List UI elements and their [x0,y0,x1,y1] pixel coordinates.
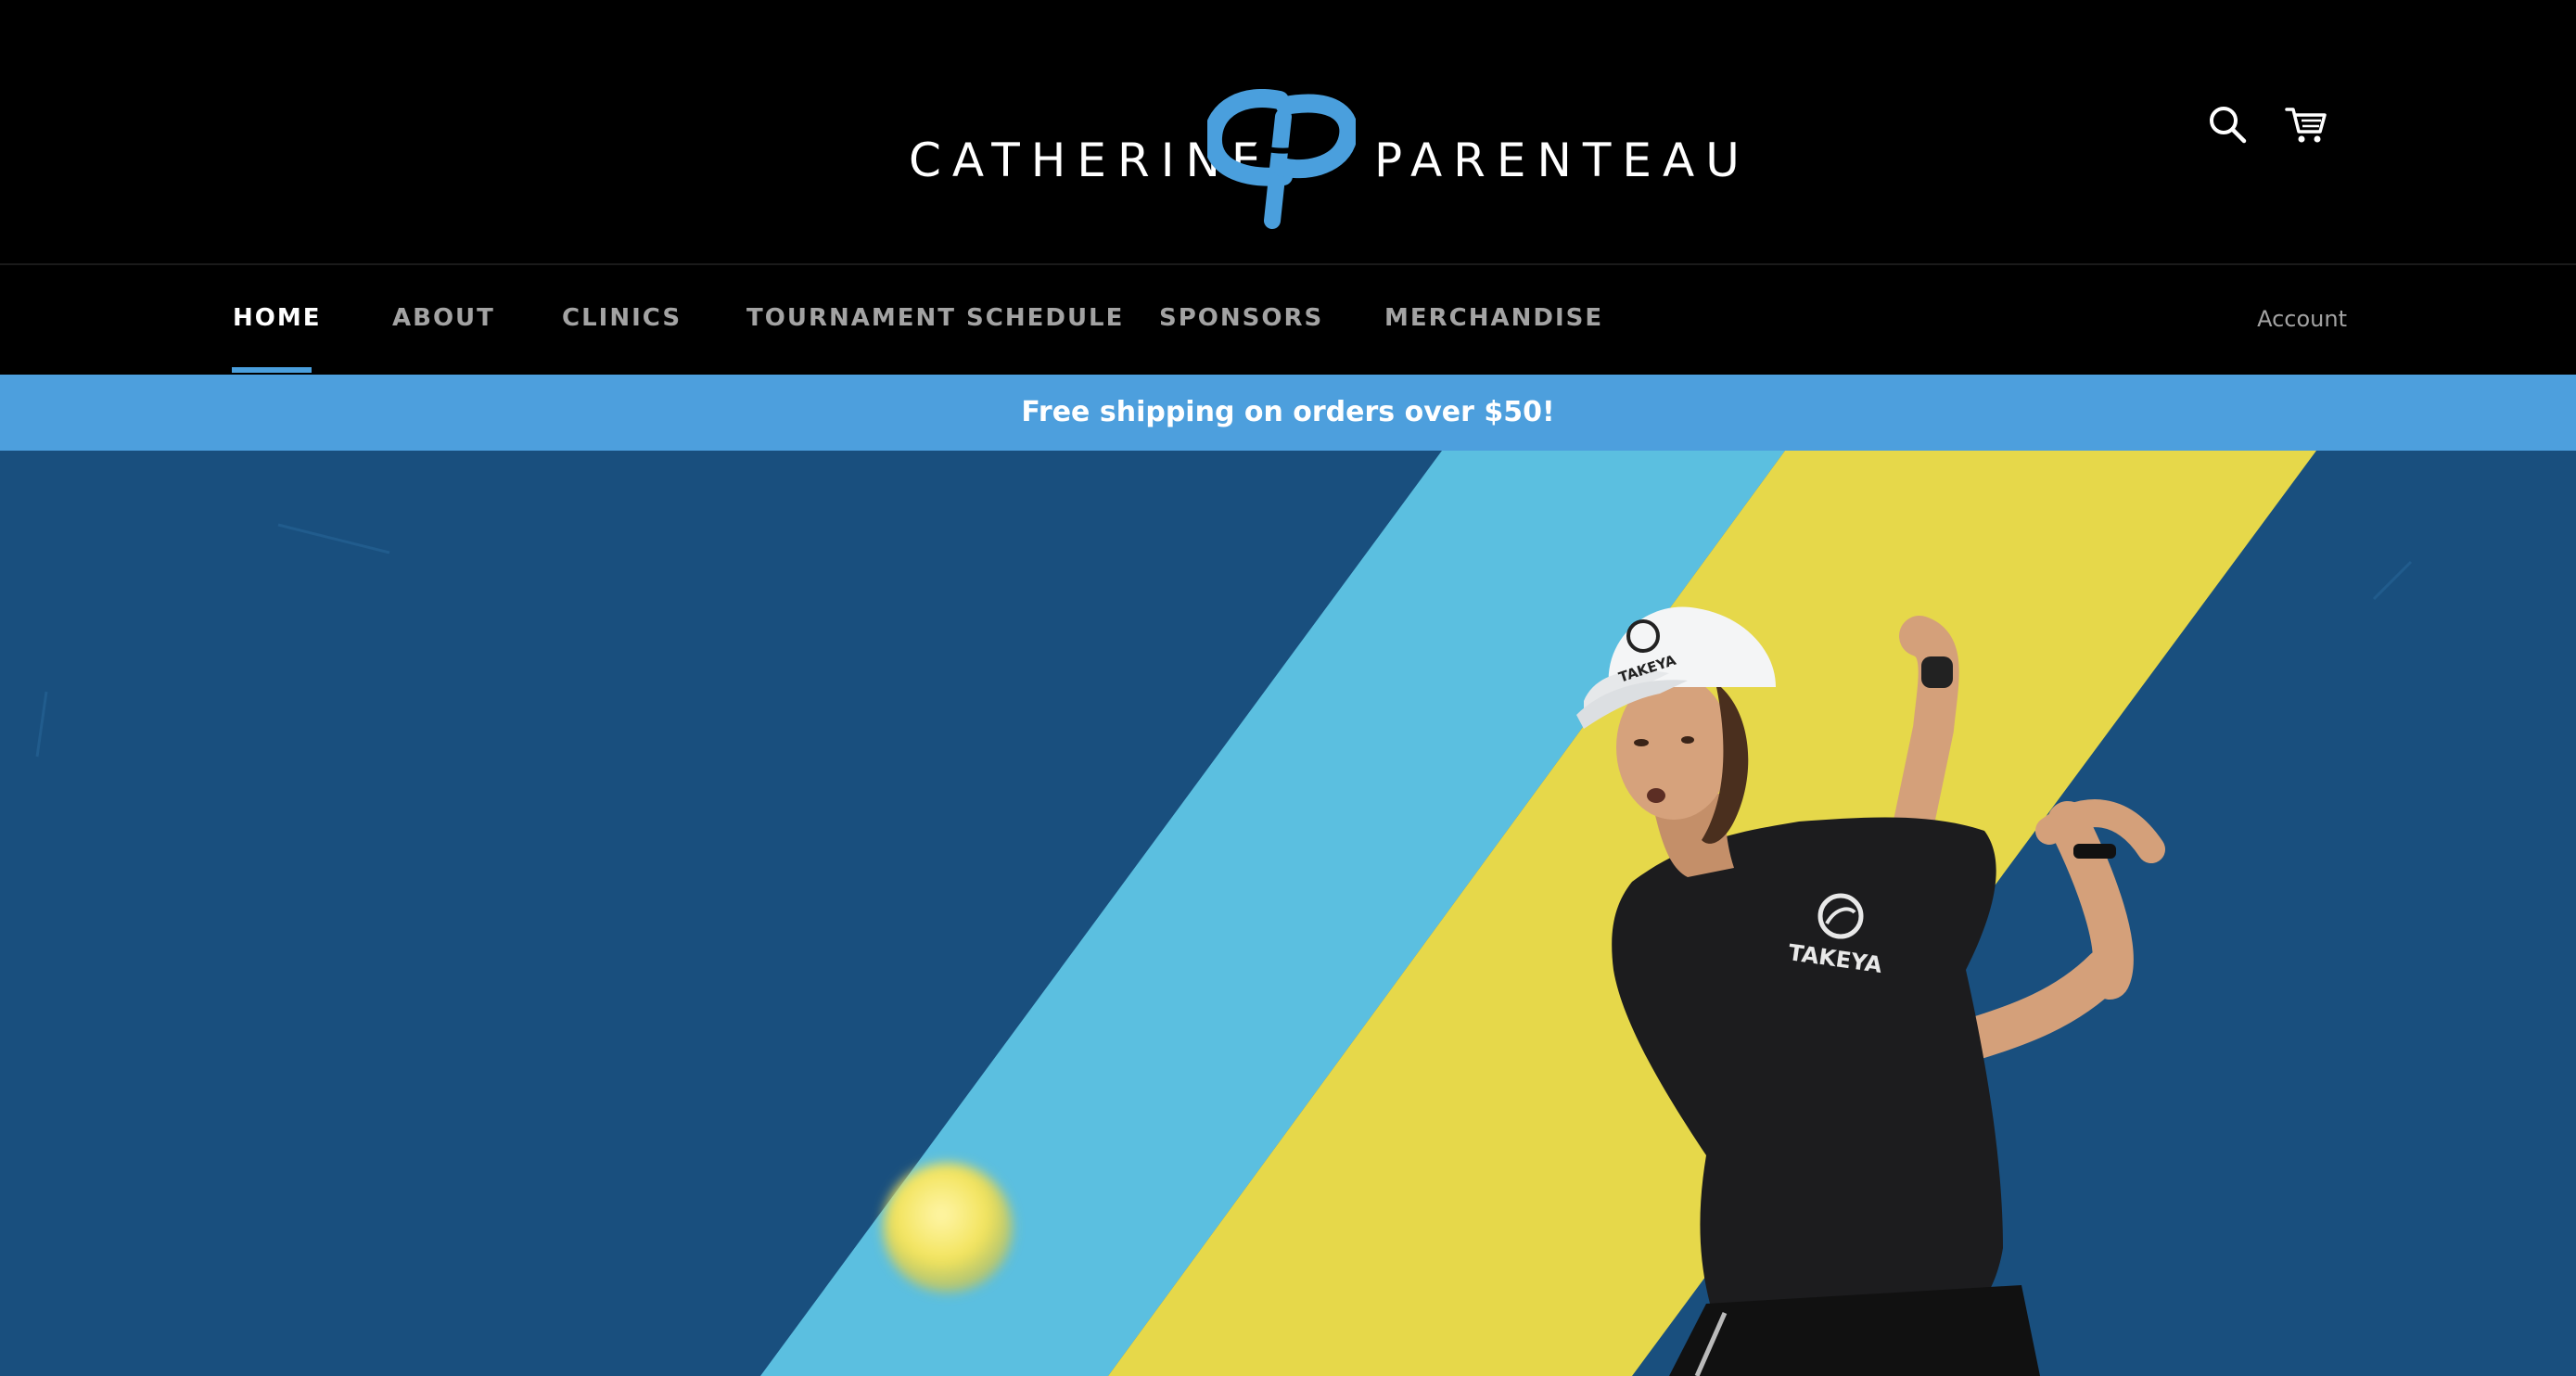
hero-banner: TAKEYA TAKEYA [0,451,2576,1376]
monogram-logo-icon [1207,89,1356,229]
main-nav: HOME ABOUT CLINICS TOURNAMENT SCHEDULE S… [0,265,2576,375]
cart-icon [2285,108,2327,143]
account-link[interactable]: Account [2257,308,2347,330]
cart-button[interactable] [2283,102,2329,148]
search-icon [2210,107,2247,144]
nav-item-merchandise[interactable]: MERCHANDISE [1384,306,1603,330]
announcement-bar: Free shipping on orders over $50! [0,375,2576,451]
logo-last-name: PARENTEAU [1374,134,1751,187]
hero-image: TAKEYA TAKEYA [0,451,2576,1376]
nav-item-home[interactable]: HOME [233,306,322,330]
nav-item-about[interactable]: ABOUT [392,306,495,330]
active-nav-indicator [232,367,312,373]
nav-item-clinics[interactable]: CLINICS [562,306,682,330]
search-button[interactable] [2205,102,2251,148]
nav-item-tournament-schedule[interactable]: TOURNAMENT SCHEDULE [746,306,1124,330]
site-header: CATHERINE PARENTEAU [0,0,2576,263]
nav-item-sponsors[interactable]: SPONSORS [1159,306,1323,330]
page: CATHERINE PARENTEAU HOME ABOUT CLINICS T… [0,0,2576,1376]
site-logo[interactable]: CATHERINE PARENTEAU [909,89,1740,230]
